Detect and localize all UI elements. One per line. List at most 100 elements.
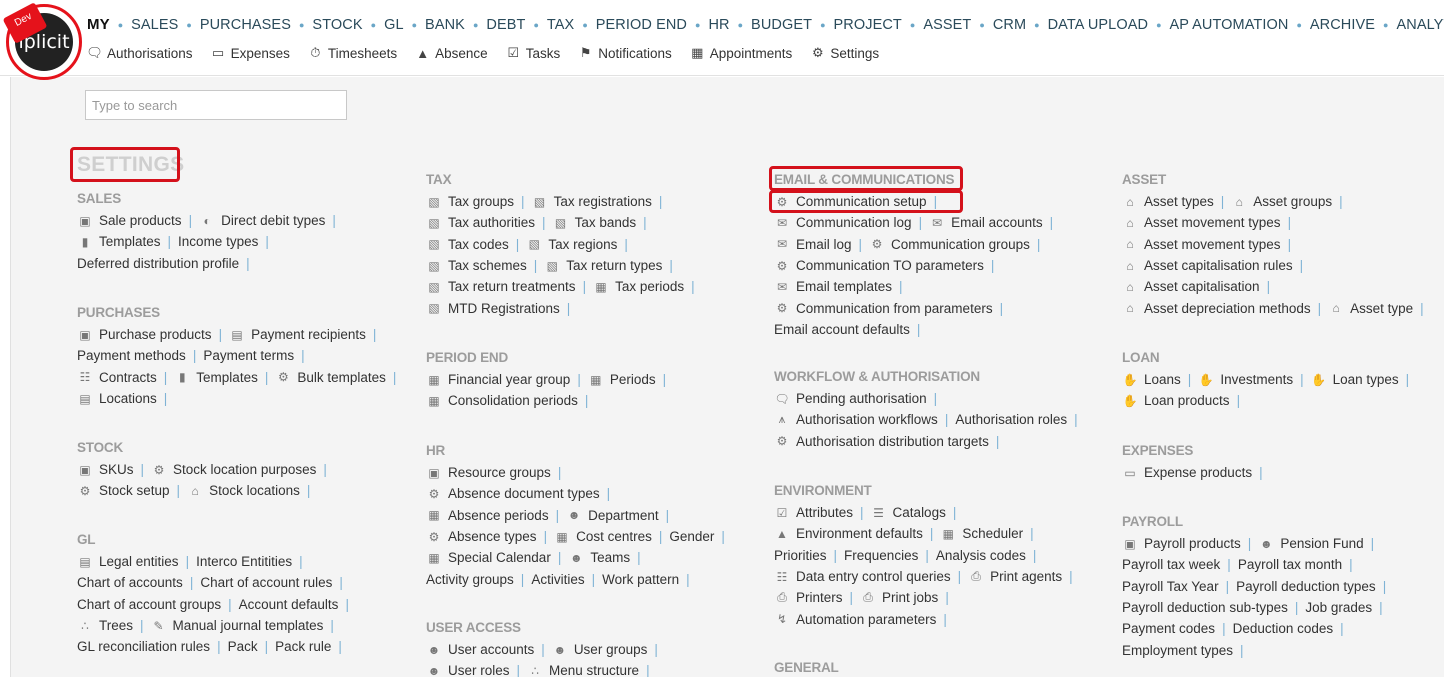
link-activities[interactable]: Activities bbox=[531, 572, 584, 587]
link-activity-groups[interactable]: Activity groups bbox=[426, 572, 514, 587]
link-contracts[interactable]: ☷ Contracts bbox=[77, 370, 157, 385]
link-absence-periods[interactable]: ▦ Absence periods bbox=[426, 508, 548, 523]
link-consolidation-periods[interactable]: ▦ Consolidation periods bbox=[426, 393, 578, 408]
link-scheduler[interactable]: ▦ Scheduler bbox=[940, 526, 1023, 541]
link-templates[interactable]: ▮ Templates bbox=[174, 370, 258, 385]
link-job-grades[interactable]: Job grades bbox=[1305, 600, 1372, 615]
link-loan-products[interactable]: ✋ Loan products bbox=[1122, 393, 1230, 408]
link-chart-of-accounts[interactable]: Chart of accounts bbox=[77, 575, 183, 590]
subnav-expenses[interactable]: ▭ Expenses bbox=[210, 45, 290, 61]
link-payroll-tax-month[interactable]: Payroll tax month bbox=[1238, 557, 1342, 572]
link-authorisation-workflows[interactable]: ⩚ Authorisation workflows bbox=[774, 412, 938, 427]
link-payroll-products[interactable]: ▣ Payroll products bbox=[1122, 536, 1240, 551]
nav-crm[interactable]: CRM bbox=[993, 17, 1026, 33]
link-chart-of-account-rules[interactable]: Chart of account rules bbox=[200, 575, 332, 590]
nav-purchases[interactable]: PURCHASES bbox=[200, 17, 291, 33]
link-interco-entitities[interactable]: Interco Entitities bbox=[196, 554, 292, 569]
link-print-agents[interactable]: ⎙ Print agents bbox=[968, 569, 1062, 584]
link-payroll-tax-week[interactable]: Payroll tax week bbox=[1122, 557, 1220, 572]
subnav-notifications[interactable]: ⚑ Notifications bbox=[577, 45, 672, 61]
link-resource-groups[interactable]: ▣ Resource groups bbox=[426, 465, 550, 480]
subnav-timesheets[interactable]: ⏱ Timesheets bbox=[307, 45, 397, 61]
link-communication-setup[interactable]: ⚙ Communication setup bbox=[774, 194, 927, 209]
link-bulk-templates[interactable]: ⚙ Bulk templates bbox=[275, 370, 386, 385]
link-manual-journal-templates[interactable]: ✎ Manual journal templates bbox=[151, 618, 324, 633]
link-pending-authorisation[interactable]: 🗨 Pending authorisation bbox=[774, 391, 926, 406]
link-asset-capitalisation[interactable]: ⌂ Asset capitalisation bbox=[1122, 279, 1259, 294]
nav-data-upload[interactable]: DATA UPLOAD bbox=[1048, 17, 1148, 33]
nav-project[interactable]: PROJECT bbox=[834, 17, 902, 33]
link-sale-products[interactable]: ▣ Sale products bbox=[77, 213, 181, 228]
nav-gl[interactable]: GL bbox=[384, 17, 404, 33]
link-asset-groups[interactable]: ⌂ Asset groups bbox=[1231, 194, 1332, 209]
link-printers[interactable]: ⎙ Printers bbox=[774, 590, 842, 605]
subnav-appointments[interactable]: ▦ Appointments bbox=[689, 45, 792, 61]
link-gl-reconciliation-rules[interactable]: GL reconciliation rules bbox=[77, 639, 210, 654]
link-tax-bands[interactable]: ▧ Tax bands bbox=[553, 215, 636, 230]
link-absence-document-types[interactable]: ⚙ Absence document types bbox=[426, 486, 600, 501]
link-chart-of-account-groups[interactable]: Chart of account groups bbox=[77, 597, 221, 612]
link-data-entry-control-queries[interactable]: ☷ Data entry control queries bbox=[774, 569, 951, 584]
nav-bank[interactable]: BANK bbox=[425, 17, 465, 33]
link-email-account-defaults[interactable]: Email account defaults bbox=[774, 322, 910, 337]
link-direct-debit-types[interactable]: ◐ Direct debit types bbox=[199, 213, 325, 228]
link-purchase-products[interactable]: ▣ Purchase products bbox=[77, 327, 211, 342]
link-communication-to-parameters[interactable]: ⚙ Communication TO parameters bbox=[774, 258, 984, 273]
link-tax-return-types[interactable]: ▧ Tax return types bbox=[544, 258, 663, 273]
link-tax-schemes[interactable]: ▧ Tax schemes bbox=[426, 258, 526, 273]
link-pension-fund[interactable]: ☻ Pension Fund bbox=[1258, 536, 1364, 551]
link-gender[interactable]: Gender bbox=[669, 529, 714, 544]
link-deduction-codes[interactable]: Deduction codes bbox=[1233, 621, 1334, 636]
link-trees[interactable]: ∴ Trees bbox=[77, 618, 133, 633]
link-stock-locations[interactable]: ⌂ Stock locations bbox=[187, 483, 299, 498]
link-asset-movement-types[interactable]: ⌂ Asset movement types bbox=[1122, 215, 1280, 230]
link-skus[interactable]: ▣ SKUs bbox=[77, 462, 133, 477]
link-tax-periods[interactable]: ▦ Tax periods bbox=[593, 279, 684, 294]
nav-tax[interactable]: TAX bbox=[547, 17, 574, 33]
link-email-accounts[interactable]: ✉ Email accounts bbox=[929, 215, 1043, 230]
link-tax-codes[interactable]: ▧ Tax codes bbox=[426, 237, 508, 252]
link-mtd-registrations[interactable]: ▧ MTD Registrations bbox=[426, 301, 559, 316]
link-account-defaults[interactable]: Account defaults bbox=[239, 597, 339, 612]
link-user-accounts[interactable]: ☻ User accounts bbox=[426, 642, 535, 657]
link-asset-types[interactable]: ⌂ Asset types bbox=[1122, 194, 1213, 209]
link-work-pattern[interactable]: Work pattern bbox=[602, 572, 679, 587]
link-analysis-codes[interactable]: Analysis codes bbox=[936, 548, 1026, 563]
nav-period-end[interactable]: PERIOD END bbox=[596, 17, 687, 33]
link-environment-defaults[interactable]: ▲ Environment defaults bbox=[774, 526, 923, 541]
link-pack[interactable]: Pack bbox=[228, 639, 258, 654]
subnav-tasks[interactable]: ☑ Tasks bbox=[505, 45, 560, 61]
link-payment-recipients[interactable]: ▤ Payment recipients bbox=[229, 327, 365, 342]
search-input[interactable] bbox=[85, 90, 347, 120]
link-attributes[interactable]: ☑ Attributes bbox=[774, 505, 853, 520]
link-tax-registrations[interactable]: ▧ Tax registrations bbox=[532, 194, 652, 209]
link-print-jobs[interactable]: ⎙ Print jobs bbox=[860, 590, 938, 605]
link-department[interactable]: ☻ Department bbox=[566, 508, 659, 523]
nav-ap-automation[interactable]: AP AUTOMATION bbox=[1170, 17, 1289, 33]
nav-debt[interactable]: DEBT bbox=[486, 17, 525, 33]
link-loan-types[interactable]: ✋ Loan types bbox=[1311, 372, 1399, 387]
link-investments[interactable]: ✋ Investments bbox=[1198, 372, 1293, 387]
nav-hr[interactable]: HR bbox=[708, 17, 729, 33]
link-income-types[interactable]: Income types bbox=[178, 234, 258, 249]
link-payroll-deduction-types[interactable]: Payroll deduction types bbox=[1236, 579, 1376, 594]
link-communication-groups[interactable]: ⚙ Communication groups bbox=[869, 237, 1030, 252]
link-email-log[interactable]: ✉ Email log bbox=[774, 237, 852, 252]
link-financial-year-group[interactable]: ▦ Financial year group bbox=[426, 372, 570, 387]
link-communication-from-parameters[interactable]: ⚙ Communication from parameters bbox=[774, 301, 993, 316]
link-catalogs[interactable]: ☰ Catalogs bbox=[871, 505, 946, 520]
link-communication-log[interactable]: ✉ Communication log bbox=[774, 215, 912, 230]
subnav-authorisations[interactable]: 🗨 Authorisations bbox=[86, 45, 192, 61]
link-deferred-distribution-profile[interactable]: Deferred distribution profile bbox=[77, 256, 239, 271]
link-payment-codes[interactable]: Payment codes bbox=[1122, 621, 1215, 636]
link-payroll-tax-year[interactable]: Payroll Tax Year bbox=[1122, 579, 1219, 594]
link-frequencies[interactable]: Frequencies bbox=[844, 548, 918, 563]
link-employment-types[interactable]: Employment types bbox=[1122, 643, 1233, 658]
nav-budget[interactable]: BUDGET bbox=[751, 17, 812, 33]
link-asset-movement-types[interactable]: ⌂ Asset movement types bbox=[1122, 237, 1280, 252]
link-special-calendar[interactable]: ▦ Special Calendar bbox=[426, 550, 550, 565]
link-expense-products[interactable]: ▭ Expense products bbox=[1122, 465, 1252, 480]
subnav-absence[interactable]: ▲ Absence bbox=[414, 46, 487, 61]
link-menu-structure[interactable]: ∴ Menu structure bbox=[527, 663, 639, 677]
link-authorisation-roles[interactable]: Authorisation roles bbox=[955, 412, 1067, 427]
